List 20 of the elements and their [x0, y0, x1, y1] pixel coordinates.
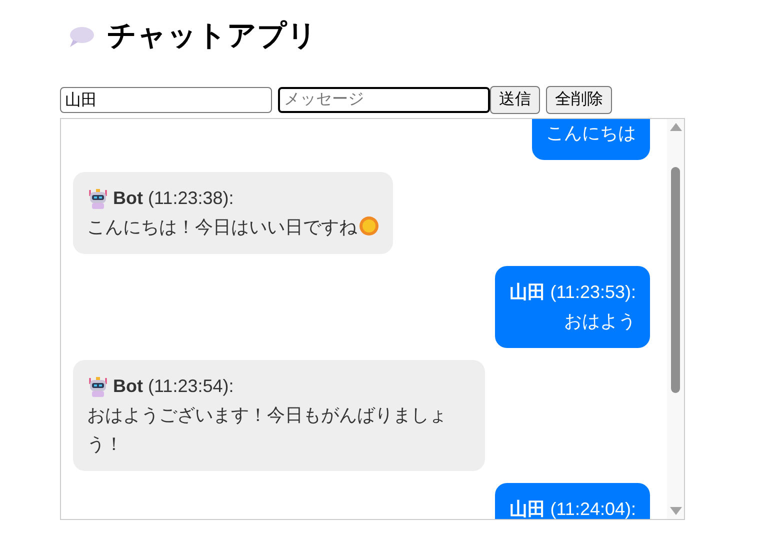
speech-bubble-icon: [67, 25, 95, 49]
clear-all-button[interactable]: 全削除: [546, 86, 612, 114]
message-text: おはよう: [564, 311, 636, 331]
message-text: こんにちは: [546, 123, 636, 143]
robot-icon: [87, 188, 109, 210]
scrollbar-thumb[interactable]: [671, 167, 680, 393]
scroll-up-arrow-icon[interactable]: [670, 123, 682, 131]
message-input-field[interactable]: メッセージ: [278, 87, 490, 113]
message-text: こんにちは！今日はいい日ですね: [87, 217, 357, 237]
message-header: 山田 (11:23:53):: [509, 282, 636, 302]
message-header: 山田 (11:24:04):: [509, 499, 636, 519]
name-input-field[interactable]: 山田: [60, 87, 272, 113]
app-title: チャットアプリ: [107, 19, 317, 54]
send-button[interactable]: 送信: [490, 86, 540, 114]
scrollbar[interactable]: [667, 119, 684, 519]
message-text: おはようございます！今日もがんばりましょう！: [87, 405, 447, 454]
message-header: Bot (11:23:38):: [113, 187, 234, 210]
scroll-down-arrow-icon[interactable]: [670, 507, 682, 515]
message-header: Bot (11:23:54):: [113, 375, 234, 398]
robot-icon: [87, 376, 109, 398]
